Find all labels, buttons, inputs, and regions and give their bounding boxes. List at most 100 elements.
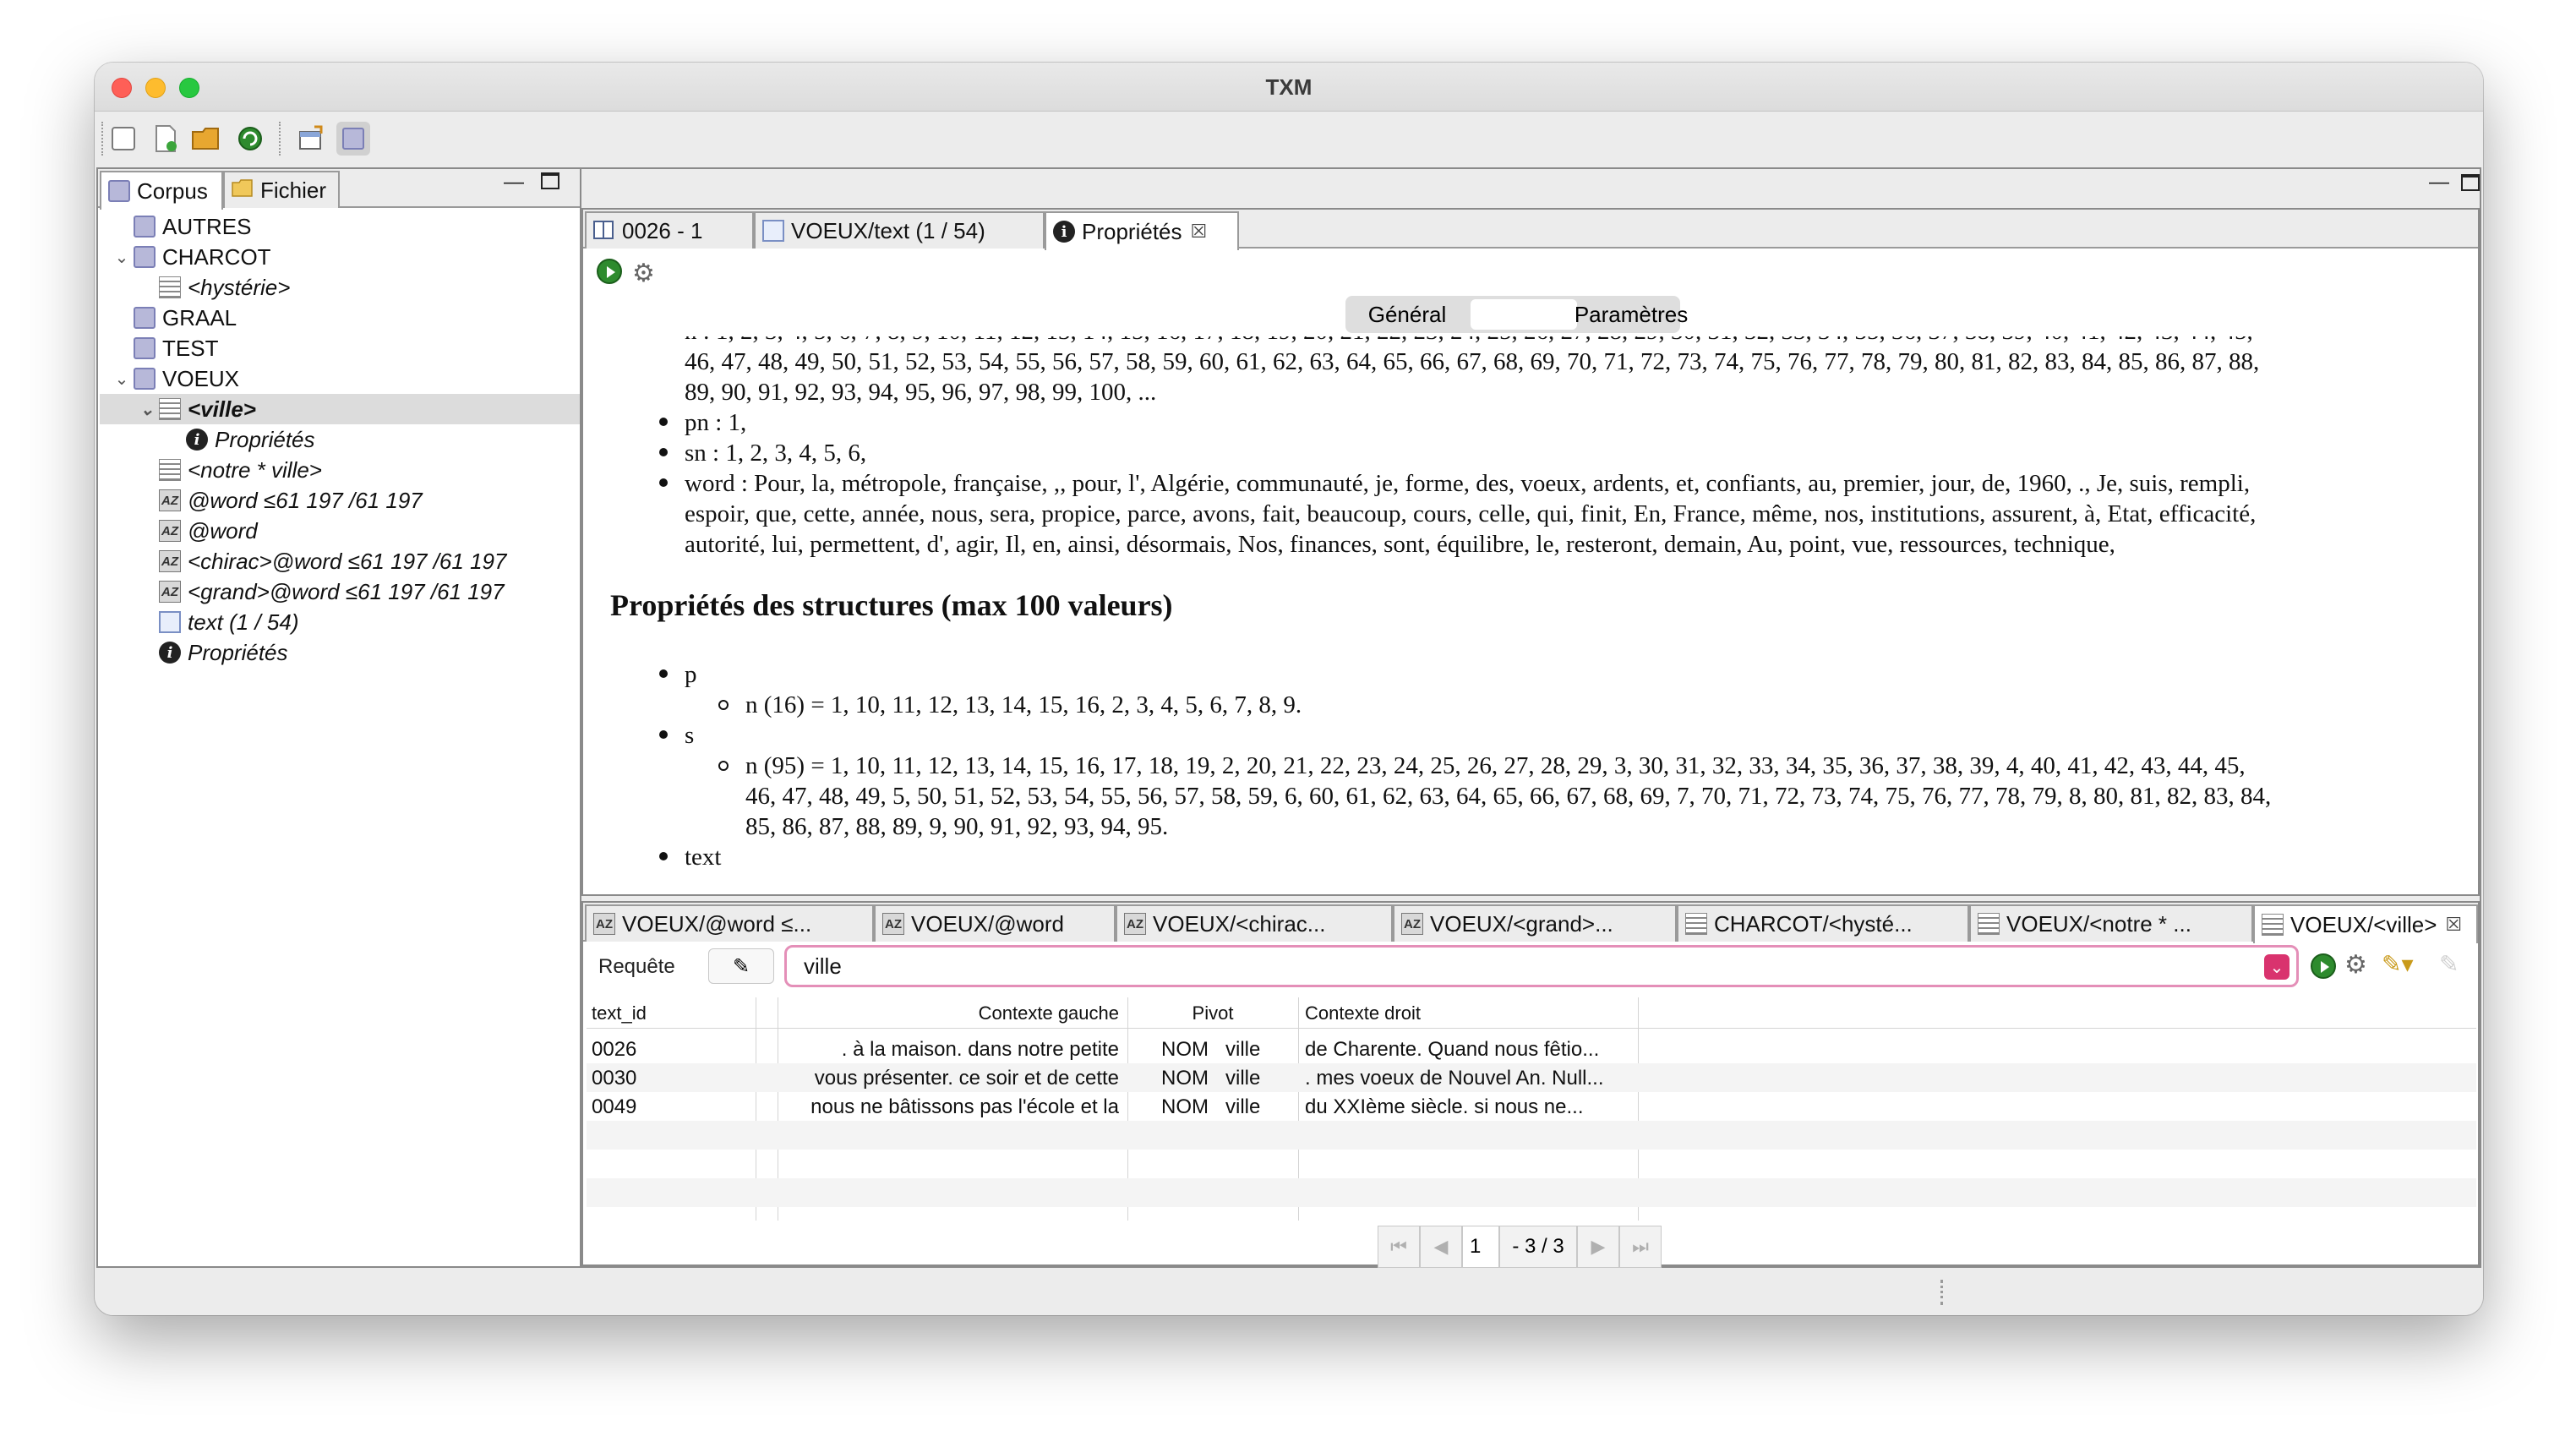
struct-p: p (685, 661, 697, 688)
subtab-parametres[interactable]: Paramètres (1575, 296, 1688, 333)
tree-item-proprietes[interactable]: i Propriétés (135, 637, 288, 668)
export-icon[interactable]: ✎ (2439, 950, 2459, 978)
tree-item-word-index[interactable]: AZ @word ≤61 197 /61 197 (135, 485, 423, 516)
next-page-icon[interactable]: ▶ (1577, 1226, 1619, 1268)
table-row[interactable]: 0049 nous ne bâtissons pas l'école et la… (587, 1092, 2476, 1121)
maximize-panel-button[interactable] (541, 172, 559, 189)
run-query-icon[interactable] (2311, 953, 2336, 979)
col-header-left-context[interactable]: Contexte gauche (778, 1002, 1119, 1024)
close-tab-icon[interactable]: ☒ (1191, 221, 1208, 243)
tree-item-notre-ville[interactable]: <notre * ville> (135, 455, 322, 485)
col-header-pivot[interactable]: Pivot (1127, 1002, 1298, 1024)
tree-item-charcot[interactable]: ⌄ CHARCOT (110, 242, 271, 272)
tree-item-chirac-word[interactable]: AZ <chirac>@word ≤61 197 /61 197 (135, 546, 506, 576)
settings-gear-icon[interactable]: ⚙ (2344, 950, 2367, 980)
chevron-down-icon[interactable]: ⌄ (110, 369, 134, 390)
subtab-selected-indicator (1471, 299, 1577, 330)
status-separator (1940, 1280, 1943, 1305)
corpus-icon (134, 246, 156, 268)
open-folder-icon[interactable] (189, 122, 223, 156)
corpus-icon (108, 180, 130, 202)
empty-row (587, 1178, 2476, 1207)
info-icon: i (159, 642, 181, 664)
tab-voeux-word-index[interactable]: AZ VOEUX/@word ≤... (585, 904, 874, 942)
empty-row (587, 1121, 2476, 1150)
tree-item-hysterie[interactable]: <hystérie> (135, 272, 290, 303)
page-number-input[interactable]: 1 (1462, 1226, 1499, 1268)
maximize-editor-button[interactable] (2461, 174, 2480, 191)
tab-voeux-ville[interactable]: VOEUX/<ville> ☒ (2253, 904, 2478, 943)
window-title: TXM (1265, 74, 1313, 100)
prop-word-line: word : Pour, la, métropole, française, ,… (685, 470, 2251, 497)
table-row[interactable]: 0026 . à la maison. dans notre petite NO… (587, 1035, 2476, 1063)
query-assistant-wand-icon[interactable]: ✎ (708, 948, 774, 984)
tab-charcot-hysterie[interactable]: CHARCOT/<hysté... (1677, 904, 1969, 942)
tree-item-text[interactable]: text (1 / 54) (135, 607, 299, 637)
index-icon: AZ (1124, 913, 1146, 935)
col-header-text-id[interactable]: text_id (592, 1002, 647, 1024)
chevron-down-icon[interactable]: ⌄ (135, 399, 159, 420)
table-row[interactable]: 0030 vous présenter. ce soir et de cette… (587, 1063, 2476, 1092)
partition-icon (2262, 914, 2284, 936)
index-icon: AZ (1401, 913, 1423, 935)
partition-icon (159, 276, 181, 298)
partition-icon (159, 459, 181, 481)
tab-voeux-notre-ville[interactable]: VOEUX/<notre * ... (1969, 904, 2253, 942)
subtab-general[interactable]: Général (1345, 296, 1469, 333)
tab-voeux-chirac[interactable]: AZ VOEUX/<chirac... (1116, 904, 1393, 942)
folder-icon (232, 179, 253, 197)
corpus-view-icon[interactable] (336, 122, 370, 156)
tab-proprietes[interactable]: i Propriétés ☒ (1045, 211, 1239, 250)
toolbar-separator (279, 122, 281, 156)
book-icon (593, 221, 614, 239)
previous-page-icon[interactable]: ◀ (1420, 1226, 1462, 1268)
subtab-bar: Général Paramètres (1345, 296, 1688, 333)
tab-fichier[interactable]: Fichier (223, 171, 340, 208)
title-bar: TXM (95, 63, 2483, 112)
tree-item-word[interactable]: AZ @word (135, 516, 258, 546)
chevron-down-icon[interactable]: ⌄ (110, 247, 134, 268)
tree-item-voeux[interactable]: ⌄ VOEUX (110, 363, 239, 394)
tree-item-test[interactable]: TEST (110, 333, 218, 363)
minimize-panel-button[interactable]: — (504, 171, 524, 194)
prop-word-line: espoir, que, cette, année, nous, sera, p… (685, 500, 2257, 527)
first-page-icon[interactable]: ⏮ (1378, 1226, 1420, 1268)
tab-voeux-word[interactable]: AZ VOEUX/@word (874, 904, 1116, 942)
refresh-icon[interactable] (233, 122, 267, 156)
struct-s-values: n (95) = 1, 10, 11, 12, 13, 14, 15, 16, … (745, 752, 2246, 779)
tree-item-ville[interactable]: ⌄ <ville> (100, 394, 663, 424)
tab-voeux-text[interactable]: VOEUX/text (1 / 54) (754, 211, 1045, 249)
status-bar (95, 1270, 2483, 1315)
close-tab-icon[interactable]: ☒ (2445, 914, 2462, 936)
index-icon: AZ (159, 550, 181, 572)
toolbar-separator (101, 122, 103, 156)
text-edition-icon (159, 611, 181, 633)
properties-editor: 0026 - 1 VOEUX/text (1 / 54) i Propriété… (581, 208, 2480, 896)
tab-voeux-grand[interactable]: AZ VOEUX/<grand>... (1393, 904, 1677, 942)
text-edition-icon (762, 220, 784, 242)
tree-item-ville-proprietes[interactable]: i Propriétés (162, 424, 315, 455)
prop-n-line: n : 1, 2, 3, 4, 5, 6, 7, 8, 9, 10, 11, 1… (685, 336, 2253, 347)
tree-tool-icon[interactable] (106, 122, 140, 156)
col-header-right-context[interactable]: Contexte droit (1305, 1002, 1421, 1024)
tree-item-autres[interactable]: AUTRES (110, 211, 251, 242)
new-document-icon[interactable] (149, 122, 183, 156)
last-page-icon[interactable]: ⏭ (1619, 1226, 1662, 1268)
query-history-dropdown-icon[interactable]: ⌄ (2264, 954, 2289, 980)
tree-item-grand-word[interactable]: AZ <grand>@word ≤61 197 /61 197 (135, 576, 505, 607)
run-icon[interactable] (597, 259, 622, 284)
struct-p-values: n (16) = 1, 10, 11, 12, 13, 14, 15, 16, … (745, 691, 1302, 718)
index-icon: AZ (159, 489, 181, 511)
index-icon: AZ (159, 520, 181, 542)
tab-corpus[interactable]: Corpus (100, 171, 223, 210)
import-corpus-icon[interactable] (294, 122, 328, 156)
settings-gear-icon[interactable]: ⚙ (632, 259, 655, 288)
minimize-editor-button[interactable]: — (2429, 171, 2449, 194)
corpus-icon (134, 337, 156, 359)
tab-0026-1[interactable]: 0026 - 1 (585, 211, 754, 249)
struct-s-values: 85, 86, 87, 88, 89, 9, 90, 91, 92, 93, 9… (745, 813, 1169, 840)
query-input[interactable]: ville ⌄ (784, 945, 2299, 987)
concordance-editor: AZ VOEUX/@word ≤... AZ VOEUX/@word AZ VOEUX… (581, 901, 2480, 1268)
edit-pencil-icon[interactable]: ✎▾ (2382, 950, 2414, 978)
tree-item-graal[interactable]: GRAAL (110, 303, 237, 333)
